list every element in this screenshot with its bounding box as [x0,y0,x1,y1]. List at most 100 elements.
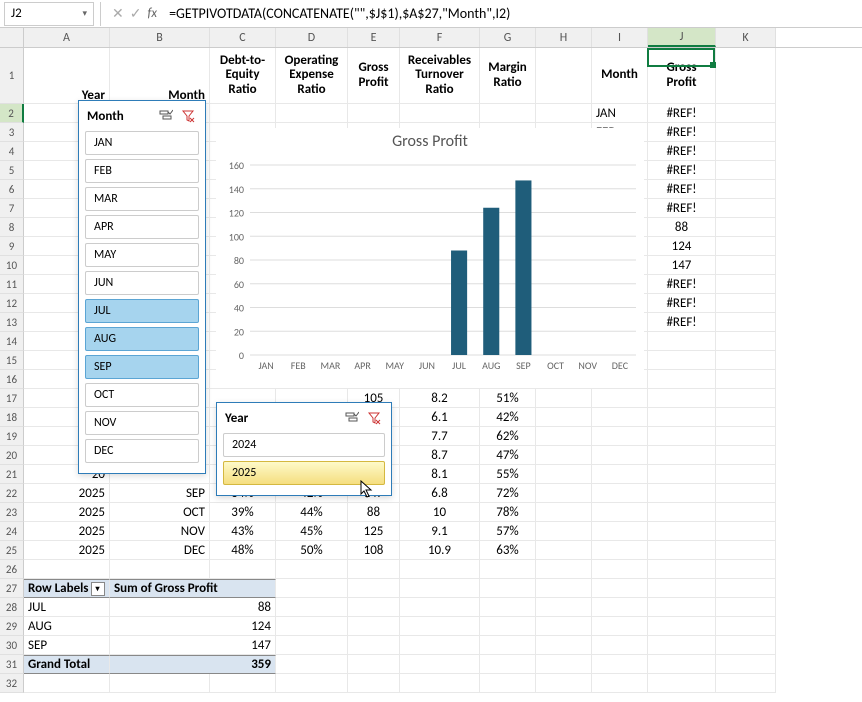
pivot-value[interactable]: 124 [110,617,276,636]
cell[interactable] [348,617,400,636]
cell[interactable] [716,313,776,332]
pivot-grand-total-label[interactable]: Grand Total [24,655,110,674]
cell[interactable]: #REF! [648,123,716,142]
cell[interactable] [716,579,776,598]
cell[interactable] [276,104,348,123]
cell[interactable] [24,674,110,693]
row-header[interactable]: 28 [0,598,24,617]
cell[interactable] [536,427,592,446]
slicer-item-may[interactable]: MAY [85,243,199,267]
cell[interactable] [648,655,716,674]
col-header-B[interactable]: B [110,28,210,47]
cell[interactable] [592,408,648,427]
cell[interactable]: 55% [480,465,536,484]
cell[interactable] [210,560,276,579]
col-header-D[interactable]: D [276,28,348,47]
row-header[interactable]: 27 [0,579,24,598]
col-header-J[interactable]: J [648,28,716,47]
cell[interactable] [400,636,480,655]
cell[interactable]: 6.1 [400,408,480,427]
row-header[interactable]: 11 [0,275,24,294]
col-header-H[interactable]: H [536,28,592,47]
slicer-item-sep[interactable]: SEP [85,355,199,379]
cell[interactable] [716,427,776,446]
cell[interactable] [480,579,536,598]
col-header-A[interactable]: A [24,28,110,47]
cell[interactable]: #REF! [648,294,716,313]
cell[interactable] [592,465,648,484]
cell[interactable]: 8.7 [400,446,480,465]
cell[interactable] [210,104,276,123]
row-header[interactable]: 31 [0,655,24,674]
cell[interactable] [592,484,648,503]
select-all-corner[interactable] [0,28,24,47]
cell[interactable]: #REF! [648,180,716,199]
cell[interactable]: 125 [348,522,400,541]
cell[interactable] [716,408,776,427]
row-header[interactable]: 1 [0,48,24,104]
header-cell[interactable]: Year [24,48,110,104]
slicer-item-jul[interactable]: JUL [85,299,199,323]
cell[interactable] [716,180,776,199]
slicer-item-dec[interactable]: DEC [85,439,199,463]
header-cell[interactable]: Margin Ratio [480,48,536,104]
slicer-item-nov[interactable]: NOV [85,411,199,435]
cell[interactable] [480,598,536,617]
cell[interactable] [276,598,348,617]
cell[interactable]: 50% [276,541,348,560]
cell[interactable]: 45% [276,522,348,541]
cell[interactable]: 51% [480,389,536,408]
cell[interactable] [648,427,716,446]
slicer-item-aug[interactable]: AUG [85,327,199,351]
cell[interactable] [716,332,776,351]
row-header[interactable]: 24 [0,522,24,541]
cell[interactable]: 63% [480,541,536,560]
cell[interactable] [400,560,480,579]
cell[interactable] [480,560,536,579]
cell[interactable] [648,332,716,351]
cell[interactable] [480,655,536,674]
cell[interactable]: 62% [480,427,536,446]
header-cell[interactable]: Gross Profit [348,48,400,104]
gross-profit-chart[interactable]: Gross Profit 020406080100120140160JANFEB… [216,128,644,388]
col-header-K[interactable]: K [716,28,776,47]
cell[interactable] [592,598,648,617]
cell[interactable] [536,522,592,541]
cell[interactable] [648,465,716,484]
cell[interactable] [648,389,716,408]
cell[interactable] [592,503,648,522]
cell[interactable] [648,522,716,541]
cell[interactable] [592,617,648,636]
pivot-value[interactable]: 147 [110,636,276,655]
cell[interactable] [536,674,592,693]
cell[interactable] [536,579,592,598]
cell[interactable] [480,617,536,636]
accept-icon[interactable]: ✓ [130,5,142,22]
slicer-item-mar[interactable]: MAR [85,187,199,211]
cell[interactable] [276,655,348,674]
cell[interactable] [716,275,776,294]
cell[interactable]: 8.1 [400,465,480,484]
cell[interactable] [536,104,592,123]
cell[interactable] [210,674,276,693]
cell[interactable] [592,636,648,655]
cell[interactable] [716,541,776,560]
cell[interactable] [276,674,348,693]
cell[interactable] [400,598,480,617]
cell[interactable] [348,104,400,123]
cell[interactable]: #REF! [648,104,716,123]
col-header-E[interactable]: E [348,28,400,47]
col-header-F[interactable]: F [400,28,480,47]
header-cell[interactable]: Month [592,48,648,104]
cell[interactable] [592,446,648,465]
pivot-row-label[interactable]: SEP [24,636,110,655]
cell[interactable]: 48% [210,541,276,560]
cell[interactable] [648,560,716,579]
filter-icon[interactable]: ▾ [91,582,105,596]
col-header-I[interactable]: I [592,28,648,47]
formula-input[interactable]: =GETPIVOTDATA(CONCATENATE("",$J$1),$A$27… [163,5,862,22]
cell[interactable] [276,579,348,598]
cell[interactable] [480,104,536,123]
cell[interactable] [592,522,648,541]
cell[interactable]: 6.8 [400,484,480,503]
